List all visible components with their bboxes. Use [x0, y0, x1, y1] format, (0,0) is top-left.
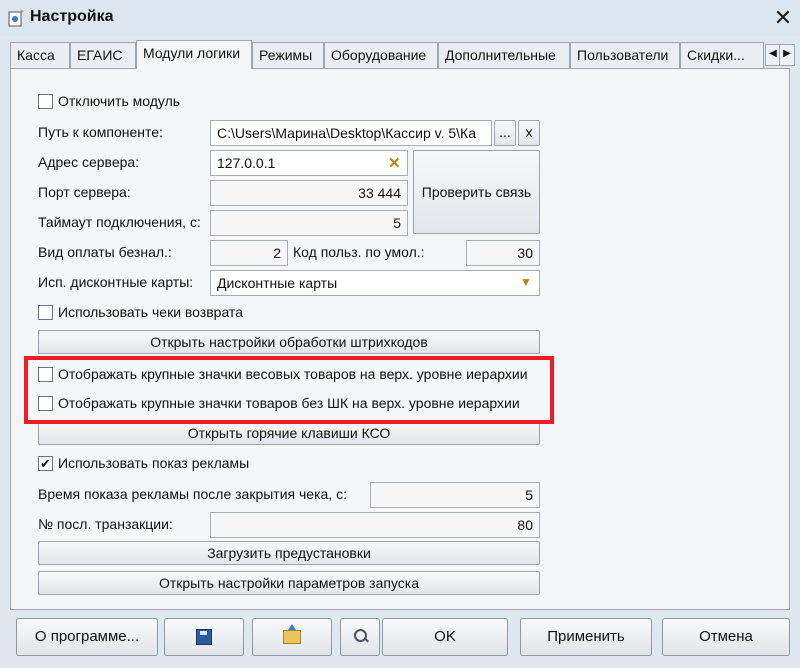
search-button[interactable] — [340, 618, 380, 656]
default-user-code-field[interactable]: 30 — [466, 240, 540, 266]
check-connection-button[interactable]: Проверить связь — [413, 150, 540, 234]
use-return-receipts-checkbox[interactable] — [38, 305, 53, 320]
tab-equipment[interactable]: Оборудование — [324, 42, 438, 68]
server-address-label: Адрес сервера: — [38, 154, 140, 170]
open-hotkeys-button[interactable]: Открыть горячие клавиши КСО — [38, 421, 540, 445]
large-weight-icons-label: Отображать крупные значки весовых товаро… — [58, 366, 528, 382]
use-return-receipts-label: Использовать чеки возврата — [58, 304, 243, 320]
server-address-field[interactable]: 127.0.0.1 — [210, 150, 408, 176]
component-path-label: Путь к компоненте: — [38, 124, 163, 140]
tab-logic-modules[interactable]: Модули логики — [136, 40, 252, 69]
open-file-button[interactable] — [252, 618, 332, 656]
save-button[interactable] — [164, 618, 244, 656]
cancel-button[interactable]: Отмена — [662, 618, 790, 656]
ad-time-label: Время показа рекламы после закрытия чека… — [38, 486, 347, 502]
clear-address-icon[interactable]: ✕ — [388, 154, 401, 172]
load-presets-button[interactable]: Загрузить предустановки — [38, 541, 540, 565]
tab-scroll-right-icon[interactable]: ▶ — [779, 44, 795, 66]
window-title: Настройка — [30, 8, 114, 25]
browse-button[interactable]: ... — [494, 120, 516, 146]
component-path-field[interactable]: C:\Users\Марина\Desktop\Кассир v. 5\Ка — [210, 120, 492, 146]
clear-path-button[interactable]: x — [518, 120, 540, 146]
timeout-label: Таймаут подключения, с: — [38, 214, 201, 230]
disable-module-checkbox[interactable] — [38, 94, 53, 109]
tab-egais[interactable]: ЕГАИС — [70, 42, 136, 68]
cashless-type-field[interactable]: 2 — [210, 240, 288, 266]
discount-cards-select[interactable]: Дисконтные карты — [210, 270, 540, 296]
ad-time-field[interactable]: 5 — [370, 482, 540, 508]
open-launch-settings-button[interactable]: Открыть настройки параметров запуска — [38, 571, 540, 595]
tab-additional[interactable]: Дополнительные — [438, 42, 570, 68]
folder-open-icon — [283, 624, 301, 645]
ok-button[interactable]: OK — [382, 618, 508, 656]
server-port-label: Порт сервера: — [38, 184, 131, 200]
search-icon — [353, 629, 367, 643]
disable-module-label: Отключить модуль — [58, 93, 181, 109]
chevron-down-icon[interactable]: ▼ — [520, 275, 532, 289]
open-barcode-settings-button[interactable]: Открыть настройки обработки штрихкодов — [38, 330, 540, 354]
tab-modes[interactable]: Режимы — [252, 42, 324, 68]
cashless-type-label: Вид оплаты безнал.: — [38, 244, 172, 260]
large-nobarcode-icons-checkbox[interactable] — [38, 396, 53, 411]
floppy-disk-icon — [196, 629, 212, 646]
discount-cards-label: Исп. дисконтные карты: — [38, 274, 194, 290]
close-icon[interactable]: ✕ — [770, 5, 796, 31]
apply-button[interactable]: Применить — [520, 618, 652, 656]
large-nobarcode-icons-label: Отображать крупные значки товаров без ШК… — [58, 395, 520, 411]
use-ads-checkbox[interactable]: ✔ — [38, 456, 53, 471]
tab-kassa[interactable]: Касса — [10, 42, 70, 68]
about-button[interactable]: О программе... — [16, 618, 158, 656]
default-user-code-label: Код польз. по умол.: — [293, 244, 425, 260]
server-port-field[interactable]: 33 444 — [210, 180, 408, 206]
settings-app-icon — [8, 9, 24, 27]
timeout-field[interactable]: 5 — [210, 210, 408, 236]
tab-strip: Касса ЕГАИС Модули логики Режимы Оборудо… — [10, 40, 795, 69]
last-transaction-field[interactable]: 80 — [210, 512, 540, 538]
large-weight-icons-checkbox[interactable] — [38, 367, 53, 382]
title-bar: Настройка ✕ — [0, 0, 800, 36]
tab-discounts[interactable]: Скидки... — [680, 42, 764, 68]
tab-users[interactable]: Пользователи — [570, 42, 680, 68]
last-transaction-label: № посл. транзакции: — [38, 516, 173, 532]
use-ads-label: Использовать показ рекламы — [58, 455, 250, 471]
